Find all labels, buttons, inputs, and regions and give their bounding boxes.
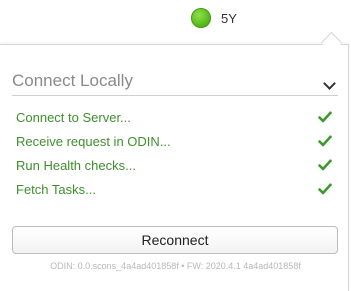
check-icon: [318, 111, 332, 123]
reconnect-button[interactable]: Reconnect: [12, 226, 338, 254]
connection-steps-list: Connect to Server... Receive request in …: [16, 108, 336, 204]
step-label: Run Health checks...: [16, 158, 136, 173]
list-item: Run Health checks...: [16, 156, 336, 180]
version-footer: ODIN: 0.0.scons_4a4ad401858f • FW: 2020.…: [50, 261, 301, 271]
check-icon: [318, 183, 332, 195]
device-name[interactable]: 5Y: [221, 11, 237, 26]
section-title: Connect Locally: [12, 71, 133, 90]
step-label: Connect to Server...: [16, 110, 131, 125]
check-icon: [318, 159, 332, 171]
step-label: Fetch Tasks...: [16, 182, 96, 197]
list-item: Fetch Tasks...: [16, 180, 336, 204]
check-icon: [318, 135, 332, 147]
top-bar: 5Y: [0, 0, 351, 40]
connect-locally-dropdown[interactable]: Connect Locally: [12, 69, 338, 96]
list-item: Receive request in ODIN...: [16, 132, 336, 156]
chevron-down-icon[interactable]: [323, 77, 336, 90]
list-item: Connect to Server...: [16, 108, 336, 132]
status-indicator-icon[interactable]: [191, 8, 211, 28]
step-label: Receive request in ODIN...: [16, 134, 171, 149]
